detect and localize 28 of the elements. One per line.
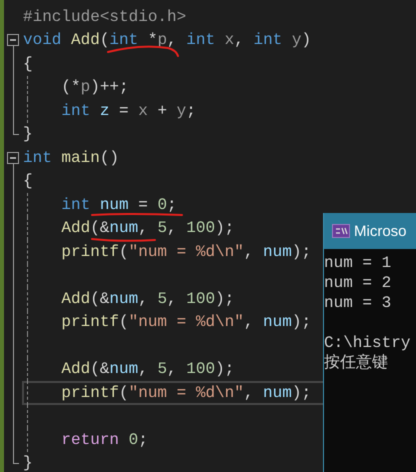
collapse-icon[interactable]: [7, 152, 19, 164]
console-line: C:\histry: [324, 333, 412, 353]
code-line: printf("num = %d\n", num);: [60, 314, 312, 330]
code-line: {: [23, 173, 33, 190]
code-line: Add(&num, 5, 100);: [60, 220, 234, 236]
code-line: printf("num = %d\n", num);: [60, 244, 312, 260]
code-line: int z = x + y;: [60, 102, 196, 119]
console-line: num = 2: [324, 273, 392, 293]
code-line: Add(&num, 5, 100);: [60, 361, 234, 378]
code-line: int main(): [23, 150, 120, 166]
code-line: {: [23, 56, 33, 72]
code-line: int num = 0;: [60, 196, 177, 213]
console-line: 按任意键: [324, 353, 389, 373]
code-line: }: [23, 126, 33, 142]
collapse-icon[interactable]: [7, 34, 19, 46]
code-line: (*p)++;: [60, 79, 129, 96]
console-line: num = 1: [324, 253, 392, 273]
underline-mark: [91, 238, 156, 242]
code-line: void Add(int *p, int x, int y): [23, 32, 312, 48]
console-icon: [332, 224, 350, 238]
code-line: }: [23, 455, 33, 472]
code-line: #include<stdio.h>: [23, 8, 186, 25]
code-line: Add(&num, 5, 100);: [60, 290, 234, 307]
window-title: Microso: [354, 222, 407, 240]
console-line: num = 3: [324, 293, 392, 313]
code-line: return 0;: [60, 432, 148, 448]
underline-mark: [107, 46, 179, 57]
code-line: printf("num = %d\n", num);: [60, 384, 312, 401]
